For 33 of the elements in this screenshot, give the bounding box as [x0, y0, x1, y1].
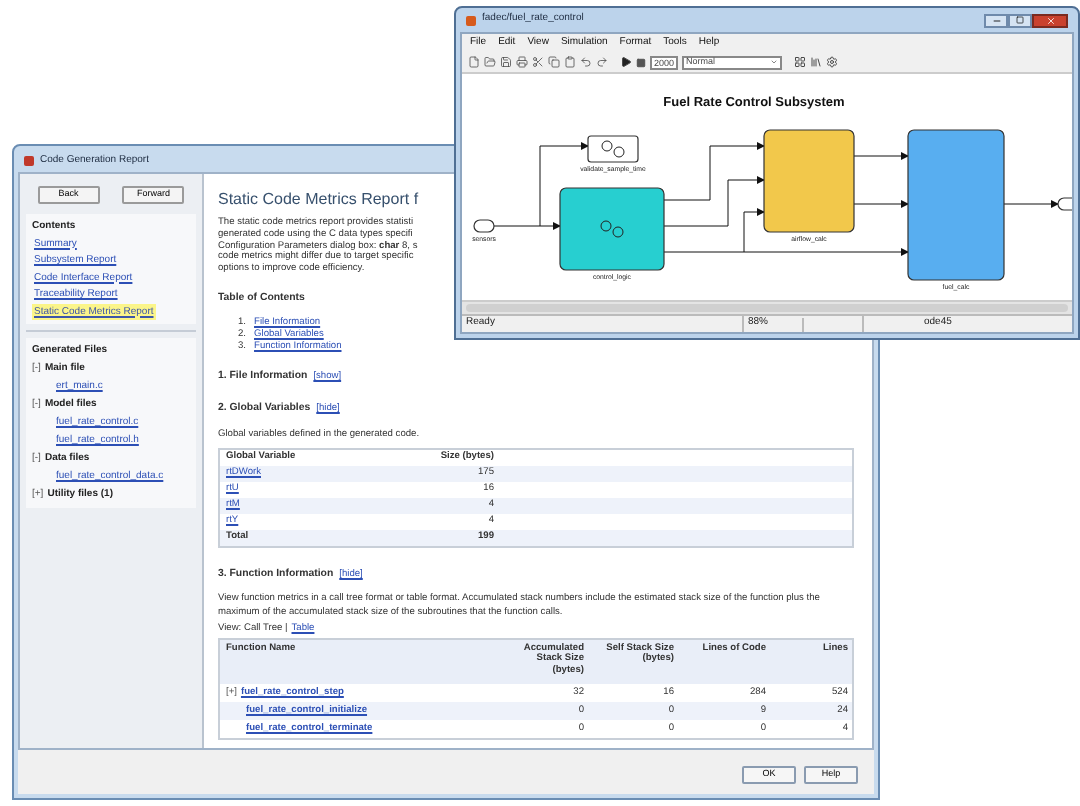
subsystem-block[interactable] — [907, 129, 1005, 281]
subsystem-block[interactable] — [559, 187, 665, 271]
close-button[interactable] — [1032, 13, 1068, 27]
horizontal-scrollbar[interactable] — [462, 300, 1072, 314]
settings-icon[interactable] — [826, 56, 838, 68]
stop-icon[interactable] — [636, 57, 646, 67]
signal-line — [663, 142, 765, 201]
state-chart-icon — [601, 140, 625, 158]
maximize-icon — [1016, 16, 1024, 24]
minimize-icon — [991, 15, 1001, 25]
subsystem-block[interactable] — [763, 129, 855, 233]
outport-block[interactable] — [1057, 197, 1072, 211]
report-heading: Static Code Metrics Report f — [218, 188, 421, 210]
signal-line — [853, 152, 909, 160]
toolbar-icon[interactable] — [484, 56, 496, 68]
toolbar-icon[interactable] — [516, 56, 528, 68]
toolbar-icon[interactable] — [532, 56, 544, 68]
chart-block[interactable] — [587, 135, 639, 163]
signal-line — [853, 200, 909, 208]
signal-line — [1003, 200, 1059, 208]
inport-block[interactable] — [473, 219, 495, 233]
app-icon — [24, 156, 34, 166]
toolbar-icon[interactable] — [596, 56, 608, 68]
app-icon — [466, 15, 476, 25]
state-chart-icon — [600, 220, 624, 238]
toolbar-icon[interactable] — [468, 56, 480, 68]
maximize-button[interactable] — [1008, 13, 1032, 27]
toolbar-icon[interactable] — [810, 56, 822, 68]
toolbar-icon[interactable] — [580, 56, 592, 68]
toolbar-icon[interactable] — [794, 56, 806, 68]
toolbar-icon[interactable] — [500, 56, 512, 68]
run-icon[interactable] — [620, 56, 632, 68]
minimize-button[interactable] — [984, 13, 1008, 27]
